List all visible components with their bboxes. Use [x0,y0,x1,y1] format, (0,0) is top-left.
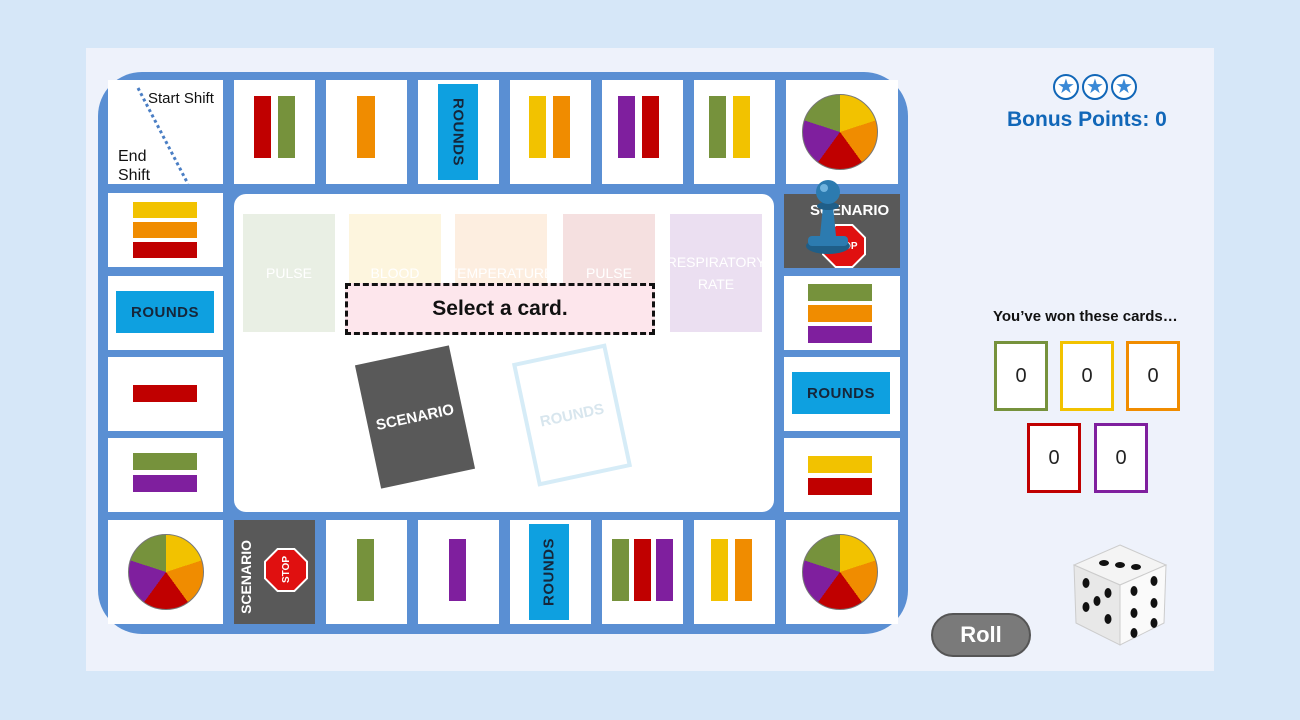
card-selection-area: PULSE BLOOD TEMPERATURE PULSE RESPIRATOR… [234,194,774,512]
red-bar [133,385,197,402]
star-icon: ★ [1082,74,1108,100]
select-card-prompt: Select a card. [345,283,655,335]
tile-yellow-orange[interactable] [510,80,591,184]
vital-card-label: PULSE [586,265,632,281]
tile-green-yellow[interactable] [694,80,775,184]
tile-scenario-stop-bottom[interactable]: SCENARIO STOP [234,520,315,624]
vital-card-pulse[interactable]: PULSE [243,214,335,332]
tile-purple-red[interactable] [602,80,683,184]
tile-orange[interactable] [326,80,407,184]
tile-rounds-right[interactable]: ROUNDS [784,357,900,431]
rounds-deck-label: ROUNDS [538,399,606,431]
won-card-orange: 0 [1126,341,1180,411]
purple-bar [618,96,635,158]
tile-red[interactable] [108,357,223,431]
tile-yellow-red[interactable] [784,438,900,512]
won-count: 0 [1081,364,1093,387]
purple-bar [656,539,673,601]
red-bar [642,96,659,158]
rounds-label: ROUNDS [806,384,875,402]
purple-bar [133,475,197,492]
vital-card-label: RESPIRATORY RATE [666,254,766,292]
green-bar [808,284,872,301]
vital-card-respiratory-rate[interactable]: RESPIRATORY RATE [667,214,766,332]
rounds-card: ROUNDS [792,372,890,414]
roll-label: Roll [960,622,1002,647]
red-bar [634,539,651,601]
won-card-yellow: 0 [1060,341,1114,411]
shift-divider-line [136,87,190,184]
purple-bar [808,326,872,343]
red-bar [133,242,197,258]
stop-label: STOP [280,556,292,584]
green-bar [612,539,629,601]
rounds-card: ROUNDS [529,524,569,620]
won-card-purple: 0 [1094,423,1148,493]
orange-bar [808,305,872,322]
tile-pie-bottom-right[interactable] [786,520,898,624]
green-bar [278,96,295,158]
tile-rounds-bottom[interactable]: ROUNDS [510,520,591,624]
tile-yellow-orange-red[interactable] [108,193,223,267]
won-count: 0 [1115,446,1127,469]
red-bar [254,96,271,158]
star-icon: ★ [1053,74,1079,100]
won-cards-title: You’ve won these cards… [993,308,1178,325]
die-icon[interactable] [1070,541,1170,651]
tile-pie-top-right[interactable] [786,80,898,184]
rounds-card: ROUNDS [116,291,214,333]
tile-red-green[interactable] [234,80,315,184]
select-card-text: Select a card. [432,297,568,320]
orange-bar [357,96,375,158]
yellow-bar [808,456,872,473]
scenario-label: SCENARIO [238,540,254,614]
scenario-deck[interactable]: SCENARIO [354,345,476,489]
rounds-label: ROUNDS [449,97,467,166]
tile-start[interactable]: Start Shift End Shift [108,80,223,184]
orange-bar [133,222,197,238]
orange-bar [735,539,752,601]
yellow-bar [133,202,197,218]
won-count: 0 [1147,364,1159,387]
won-count: 0 [1048,446,1060,469]
orange-bar [553,96,570,158]
yellow-bar [711,539,728,601]
rounds-label: ROUNDS [130,303,199,321]
stop-sign-icon: STOP [266,550,306,590]
rounds-deck[interactable]: ROUNDS [511,343,633,487]
green-bar [709,96,726,158]
tile-green-red-purple[interactable] [602,520,683,624]
green-bar [357,539,374,601]
won-card-green: 0 [994,341,1048,411]
star-icon: ★ [1111,74,1137,100]
tile-green-purple[interactable] [108,438,223,512]
won-card-red: 0 [1027,423,1081,493]
tile-rounds-top[interactable]: ROUNDS [418,80,499,184]
vital-card-label: BLOOD [370,265,420,281]
category-pie-icon [802,94,878,170]
roll-button[interactable]: Roll [931,613,1031,657]
tile-rounds-left[interactable]: ROUNDS [108,276,223,350]
tile-green[interactable] [326,520,407,624]
yellow-bar [733,96,750,158]
rounds-card: ROUNDS [438,84,478,180]
won-count: 0 [1015,364,1027,387]
bonus-points: Bonus Points: 0 [1007,108,1167,131]
scenario-deck-label: SCENARIO [374,400,456,434]
purple-bar [449,539,466,601]
vital-card-label: TEMPERATURE [448,265,554,281]
tile-purple[interactable] [418,520,499,624]
yellow-bar [529,96,546,158]
red-bar [808,478,872,495]
vital-card-label: PULSE [266,265,312,281]
rounds-label: ROUNDS [540,538,558,607]
pawn-icon[interactable] [803,176,853,256]
green-bar [133,453,197,470]
category-pie-icon [128,534,204,610]
category-pie-icon [802,534,878,610]
tile-pie-bottom-left[interactable] [108,520,223,624]
tile-yellow-orange-bottom[interactable] [694,520,775,624]
tile-green-orange-purple[interactable] [784,276,900,350]
